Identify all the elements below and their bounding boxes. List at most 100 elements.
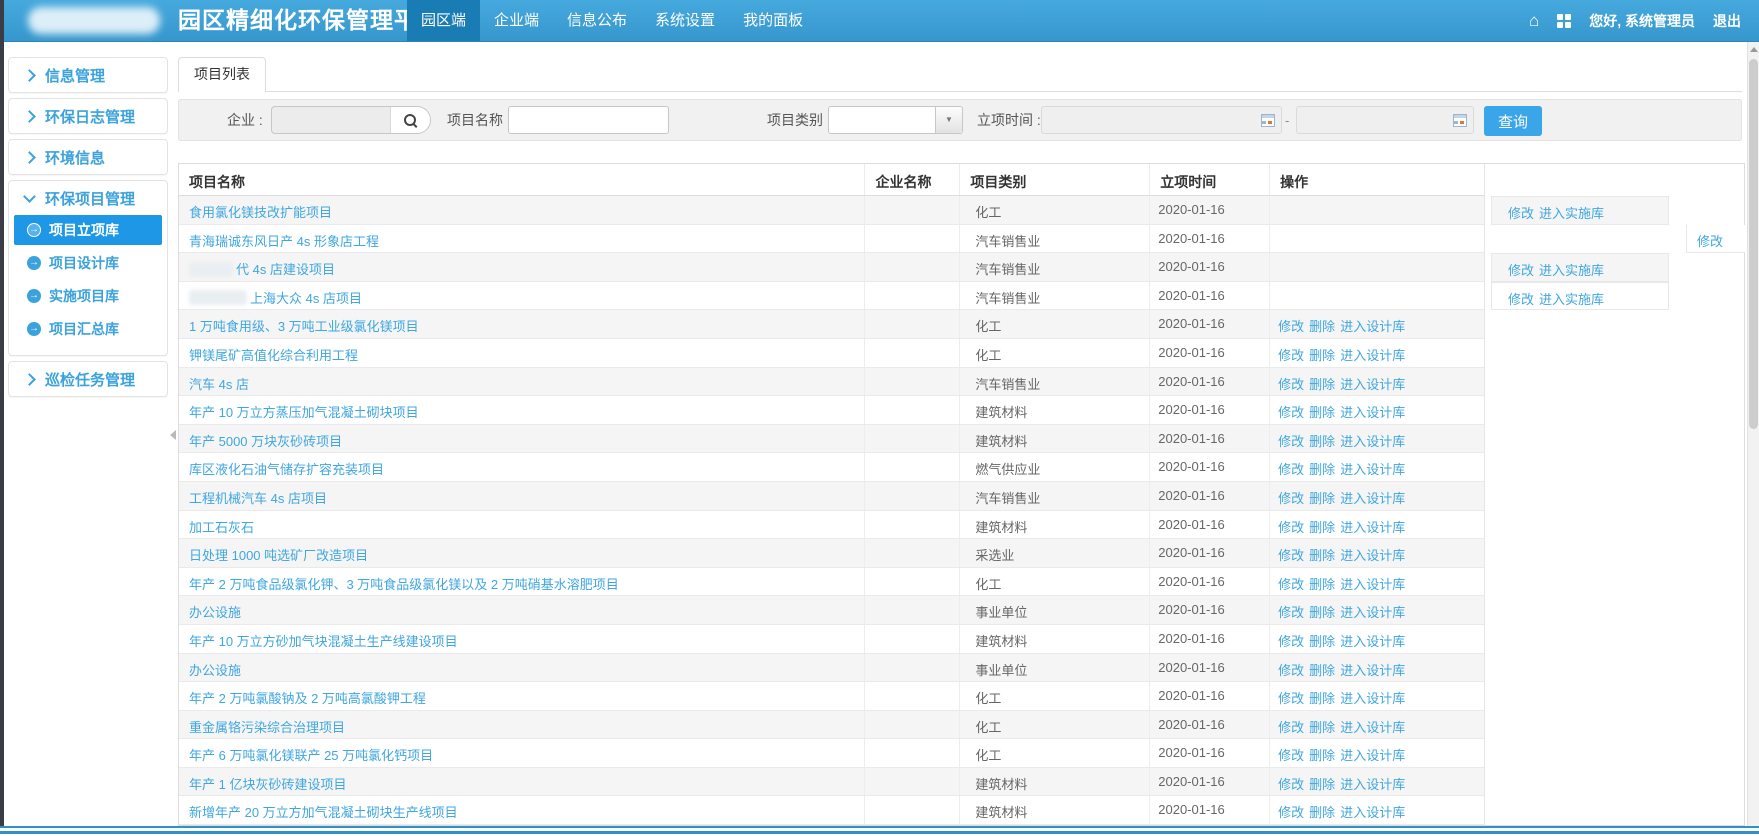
sidebar-item[interactable]: 环境信息 (9, 140, 167, 174)
top-nav-item-3[interactable]: 信息公布 (553, 0, 641, 41)
project-name-link[interactable]: 汽车 4s 店 (189, 377, 249, 392)
action-enter-design-library[interactable]: 进入设计库 (1340, 348, 1405, 363)
action-edit[interactable]: 修改 (1278, 348, 1304, 363)
action-delete[interactable]: 删除 (1309, 405, 1335, 420)
project-name-link[interactable]: 年产 1 亿块灰砂砖建设项目 (189, 777, 346, 792)
action-enter-design-library[interactable]: 进入设计库 (1340, 319, 1405, 334)
home-icon[interactable]: ⌂ (1529, 11, 1539, 31)
calendar-icon[interactable] (1261, 114, 1275, 127)
action-edit[interactable]: 修改 (1508, 206, 1534, 221)
tab-project-list[interactable]: 项目列表 (178, 57, 266, 92)
logout-link[interactable]: 退出 (1713, 11, 1741, 31)
sidebar-item[interactable]: 信息管理 (9, 58, 167, 92)
project-name-link[interactable]: 重金属铬污染综合治理项目 (189, 720, 345, 735)
vertical-scrollbar[interactable] (1747, 41, 1759, 826)
query-button[interactable]: 查询 (1484, 106, 1542, 136)
project-name-link[interactable]: 办公设施 (189, 605, 241, 620)
action-delete[interactable]: 删除 (1309, 720, 1335, 735)
action-enter-design-library[interactable]: 进入设计库 (1340, 691, 1405, 706)
project-name-input[interactable] (508, 106, 669, 134)
sidebar-item[interactable]: 环保日志管理 (9, 99, 167, 133)
sidebar-subitem[interactable]: →项目设计库 (14, 248, 162, 278)
project-name-link[interactable]: 年产 2 万吨氯酸钠及 2 万吨高氯酸钾工程 (189, 691, 426, 706)
action-edit[interactable]: 修改 (1278, 663, 1304, 678)
project-name-link[interactable]: 年产 5000 万块灰砂砖项目 (189, 434, 342, 449)
action-delete[interactable]: 删除 (1309, 348, 1335, 363)
action-delete[interactable]: 删除 (1309, 319, 1335, 334)
project-name-link[interactable]: 新增年产 20 万立方加气混凝土砌块生产线项目 (189, 805, 458, 820)
action-delete[interactable]: 删除 (1309, 634, 1335, 649)
sidebar-item[interactable]: 环保项目管理 (9, 181, 167, 215)
action-enter-design-library[interactable]: 进入设计库 (1340, 777, 1405, 792)
action-edit[interactable]: 修改 (1508, 292, 1534, 307)
scroll-up-arrow-icon[interactable] (1750, 47, 1758, 52)
sidebar-subitem[interactable]: →项目汇总库 (14, 314, 162, 344)
action-delete[interactable]: 删除 (1309, 462, 1335, 477)
action-delete[interactable]: 删除 (1309, 434, 1335, 449)
action-edit[interactable]: 修改 (1508, 263, 1534, 278)
project-name-link[interactable]: 加工石灰石 (189, 520, 254, 535)
top-nav-item-2[interactable]: 企业端 (480, 0, 553, 41)
sidebar-subitem[interactable]: →项目立项库 (14, 215, 162, 245)
project-name-link[interactable]: 食用氯化镁技改扩能项目 (189, 205, 332, 220)
sidebar-subitem[interactable]: →实施项目库 (14, 281, 162, 311)
project-name-link[interactable]: 库区液化石油气储存扩容充装项目 (189, 462, 384, 477)
scrollbar-thumb[interactable] (1749, 59, 1758, 429)
action-enter-design-library[interactable]: 进入设计库 (1340, 520, 1405, 535)
action-edit[interactable]: 修改 (1278, 520, 1304, 535)
action-enter-design-library[interactable]: 进入设计库 (1340, 663, 1405, 678)
action-delete[interactable]: 删除 (1309, 377, 1335, 392)
project-name-link[interactable]: 青海瑞诚东风日产 4s 形象店工程 (189, 234, 379, 249)
project-name-link[interactable]: 1 万吨食用级、3 万吨工业级氯化镁项目 (189, 319, 419, 334)
action-enter-design-library[interactable]: 进入设计库 (1340, 434, 1405, 449)
action-delete[interactable]: 删除 (1309, 663, 1335, 678)
action-edit[interactable]: 修改 (1278, 319, 1304, 334)
action-enter-design-library[interactable]: 进入设计库 (1340, 377, 1405, 392)
date-to-input[interactable] (1296, 106, 1474, 134)
action-enter-design-library[interactable]: 进入设计库 (1340, 805, 1405, 820)
project-name-link[interactable]: 年产 10 万立方砂加气块混凝土生产线建设项目 (189, 634, 458, 649)
action-edit[interactable]: 修改 (1278, 720, 1304, 735)
company-search-button[interactable] (390, 107, 430, 133)
action-edit[interactable]: 修改 (1278, 805, 1304, 820)
date-from-input[interactable] (1041, 106, 1282, 134)
action-edit[interactable]: 修改 (1278, 377, 1304, 392)
project-name-link[interactable]: 年产 2 万吨食品级氯化钾、3 万吨食品级氯化镁以及 2 万吨硝基水溶肥项目 (189, 577, 619, 592)
project-name-link[interactable]: 办公设施 (189, 663, 241, 678)
action-enter-implementation-library[interactable]: 进入实施库 (1539, 263, 1604, 278)
action-enter-design-library[interactable]: 进入设计库 (1340, 462, 1405, 477)
action-enter-implementation-library[interactable]: 进入实施库 (1539, 206, 1604, 221)
action-delete[interactable]: 删除 (1309, 548, 1335, 563)
action-edit[interactable]: 修改 (1278, 405, 1304, 420)
action-delete[interactable]: 删除 (1309, 777, 1335, 792)
action-enter-design-library[interactable]: 进入设计库 (1340, 405, 1405, 420)
action-edit[interactable]: 修改 (1697, 234, 1723, 249)
project-name-link[interactable]: 日处理 1000 吨选矿厂改造项目 (189, 548, 368, 563)
action-enter-design-library[interactable]: 进入设计库 (1340, 748, 1405, 763)
category-select[interactable]: ▼ (828, 106, 963, 134)
action-edit[interactable]: 修改 (1278, 577, 1304, 592)
action-edit[interactable]: 修改 (1278, 748, 1304, 763)
action-edit[interactable]: 修改 (1278, 777, 1304, 792)
project-name-link[interactable]: 工程机械汽车 4s 店项目 (189, 491, 327, 506)
top-nav-item-5[interactable]: 我的面板 (729, 0, 817, 41)
top-nav-item-1[interactable]: 园区端 (407, 0, 480, 41)
project-name-link[interactable]: 钾镁尾矿高值化综合利用工程 (189, 348, 358, 363)
sidebar-collapse-handle[interactable] (170, 430, 176, 440)
action-edit[interactable]: 修改 (1278, 605, 1304, 620)
action-delete[interactable]: 删除 (1309, 577, 1335, 592)
action-edit[interactable]: 修改 (1278, 462, 1304, 477)
action-enter-implementation-library[interactable]: 进入实施库 (1539, 292, 1604, 307)
action-enter-design-library[interactable]: 进入设计库 (1340, 605, 1405, 620)
action-enter-design-library[interactable]: 进入设计库 (1340, 634, 1405, 649)
project-name-link[interactable]: 年产 6 万吨氯化镁联产 25 万吨氯化钙项目 (189, 748, 433, 763)
company-input[interactable] (272, 107, 390, 133)
action-enter-design-library[interactable]: 进入设计库 (1340, 548, 1405, 563)
action-edit[interactable]: 修改 (1278, 548, 1304, 563)
project-name-link[interactable]: 代 4s 店建设项目 (236, 262, 335, 277)
action-enter-design-library[interactable]: 进入设计库 (1340, 720, 1405, 735)
action-delete[interactable]: 删除 (1309, 520, 1335, 535)
action-delete[interactable]: 删除 (1309, 491, 1335, 506)
action-edit[interactable]: 修改 (1278, 434, 1304, 449)
action-delete[interactable]: 删除 (1309, 805, 1335, 820)
